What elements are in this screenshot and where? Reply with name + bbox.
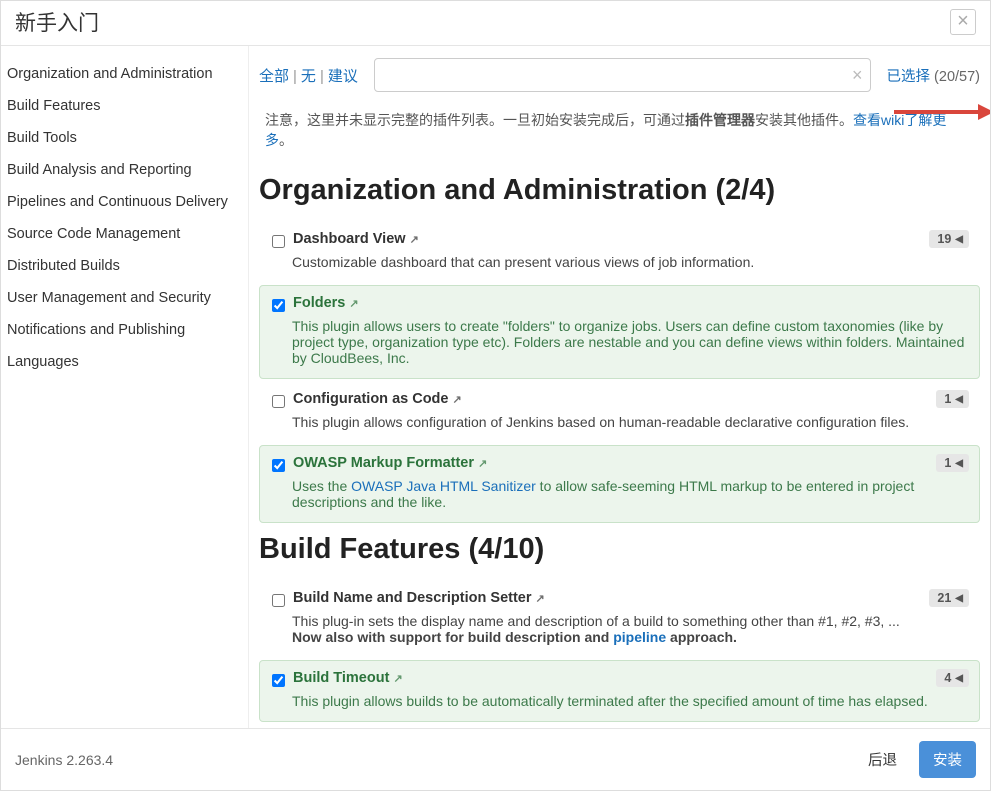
- version-label: Jenkins 2.263.4: [15, 752, 113, 768]
- plugin-desc: Customizable dashboard that can present …: [272, 254, 967, 270]
- deps-badge[interactable]: 19◀: [929, 230, 969, 248]
- category-title-org: Organization and Administration (2/4): [259, 174, 980, 207]
- footer: Jenkins 2.263.4 后退 安装: [1, 728, 990, 790]
- external-link-icon[interactable]: ↗: [349, 298, 358, 310]
- footer-buttons: 后退 安装: [854, 741, 976, 778]
- notice: 注意，这里并未显示完整的插件列表。一旦初始安装完成后，可通过插件管理器安装其他插…: [249, 100, 990, 164]
- external-link-icon[interactable]: ↗: [453, 394, 462, 406]
- sidebar-item-org[interactable]: Organization and Administration: [1, 58, 248, 90]
- plugin-name: Build Name and Description Setter ↗: [293, 590, 545, 606]
- main: 全部|无|建议 × 已选择 (20/57) 注意，这里并未显示完整的插件列表。一…: [249, 46, 990, 728]
- filter-none[interactable]: 无: [301, 68, 316, 85]
- plugin-name: Configuration as Code ↗: [293, 391, 462, 407]
- plugin-item-dashboard[interactable]: 19◀ Dashboard View ↗ Customizable dashbo…: [259, 221, 980, 283]
- sidebar-item-distributed[interactable]: Distributed Builds: [1, 250, 248, 282]
- caret-left-icon: ◀: [955, 593, 963, 604]
- plugin-checkbox[interactable]: [272, 235, 285, 248]
- sidebar-item-scm[interactable]: Source Code Management: [1, 218, 248, 250]
- back-button[interactable]: 后退: [854, 741, 911, 778]
- arrow-icon: [894, 102, 990, 122]
- plugin-item-buildname[interactable]: 21◀ Build Name and Description Setter ↗ …: [259, 580, 980, 658]
- plugin-item-cfp[interactable]: 7◀ Config File Provider ↗ Ability to pro…: [259, 724, 980, 728]
- deps-badge[interactable]: 1◀: [936, 390, 969, 408]
- plugin-list[interactable]: Organization and Administration (2/4) 19…: [249, 164, 990, 728]
- page-title: 新手入门: [15, 7, 99, 37]
- filter-links: 全部|无|建议: [259, 65, 358, 86]
- plugin-name: Dashboard View ↗: [293, 231, 419, 247]
- caret-left-icon: ◀: [955, 234, 963, 245]
- plugin-item-folders[interactable]: Folders ↗ This plugin allows users to cr…: [259, 285, 980, 379]
- external-link-icon[interactable]: ↗: [478, 458, 487, 470]
- toolbar: 全部|无|建议 × 已选择 (20/57): [249, 46, 990, 100]
- selected-count: 已选择 (20/57): [887, 65, 980, 86]
- search-input[interactable]: [374, 58, 871, 92]
- plugin-desc: This plug-in sets the display name and d…: [272, 613, 967, 645]
- clear-search-icon[interactable]: ×: [852, 65, 863, 86]
- caret-left-icon: ◀: [955, 673, 963, 684]
- sidebar-item-languages[interactable]: Languages: [1, 346, 248, 378]
- filter-suggest[interactable]: 建议: [328, 68, 358, 85]
- sidebar-item-pipelines[interactable]: Pipelines and Continuous Delivery: [1, 186, 248, 218]
- category-title-build: Build Features (4/10): [259, 533, 980, 566]
- external-link-icon[interactable]: ↗: [393, 673, 402, 685]
- header: 新手入门 ×: [1, 1, 990, 46]
- plugin-name: Folders ↗: [293, 295, 359, 311]
- plugin-item-cac[interactable]: 1◀ Configuration as Code ↗ This plugin a…: [259, 381, 980, 443]
- plugin-name: OWASP Markup Formatter ↗: [293, 455, 487, 471]
- sidebar-item-build-features[interactable]: Build Features: [1, 90, 248, 122]
- sidebar-item-analysis[interactable]: Build Analysis and Reporting: [1, 154, 248, 186]
- plugin-checkbox[interactable]: [272, 395, 285, 408]
- plugin-checkbox[interactable]: [272, 459, 285, 472]
- deps-badge[interactable]: 21◀: [929, 589, 969, 607]
- plugin-checkbox[interactable]: [272, 299, 285, 312]
- close-icon[interactable]: ×: [950, 9, 976, 35]
- caret-left-icon: ◀: [955, 458, 963, 469]
- sidebar-item-notifications[interactable]: Notifications and Publishing: [1, 314, 248, 346]
- deps-badge[interactable]: 1◀: [936, 454, 969, 472]
- plugin-desc: This plugin allows builds to be automati…: [272, 693, 967, 709]
- sanitizer-link[interactable]: OWASP Java HTML Sanitizer: [351, 478, 536, 494]
- selected-link[interactable]: 已选择: [887, 69, 931, 85]
- sidebar-item-user-mgmt[interactable]: User Management and Security: [1, 282, 248, 314]
- search: ×: [374, 58, 871, 92]
- plugin-desc: Uses the OWASP Java HTML Sanitizer to al…: [272, 478, 967, 510]
- plugin-checkbox[interactable]: [272, 594, 285, 607]
- plugin-name: Build Timeout ↗: [293, 670, 403, 686]
- modal: 新手入门 × Organization and Administration B…: [0, 0, 991, 791]
- plugin-desc: This plugin allows configuration of Jenk…: [272, 414, 967, 430]
- external-link-icon[interactable]: ↗: [536, 593, 545, 605]
- deps-badge[interactable]: 4◀: [936, 669, 969, 687]
- selected-numbers: (20/57): [934, 69, 980, 85]
- pipeline-link[interactable]: pipeline: [613, 629, 666, 645]
- plugin-checkbox[interactable]: [272, 674, 285, 687]
- plugin-item-timeout[interactable]: 4◀ Build Timeout ↗ This plugin allows bu…: [259, 660, 980, 722]
- install-button[interactable]: 安装: [919, 741, 976, 778]
- caret-left-icon: ◀: [955, 394, 963, 405]
- plugin-item-owasp[interactable]: 1◀ OWASP Markup Formatter ↗ Uses the OWA…: [259, 445, 980, 523]
- sidebar: Organization and Administration Build Fe…: [1, 46, 249, 728]
- body: Organization and Administration Build Fe…: [1, 46, 990, 728]
- sidebar-item-build-tools[interactable]: Build Tools: [1, 122, 248, 154]
- plugin-desc: This plugin allows users to create "fold…: [272, 318, 967, 366]
- filter-all[interactable]: 全部: [259, 68, 289, 85]
- external-link-icon[interactable]: ↗: [410, 234, 419, 246]
